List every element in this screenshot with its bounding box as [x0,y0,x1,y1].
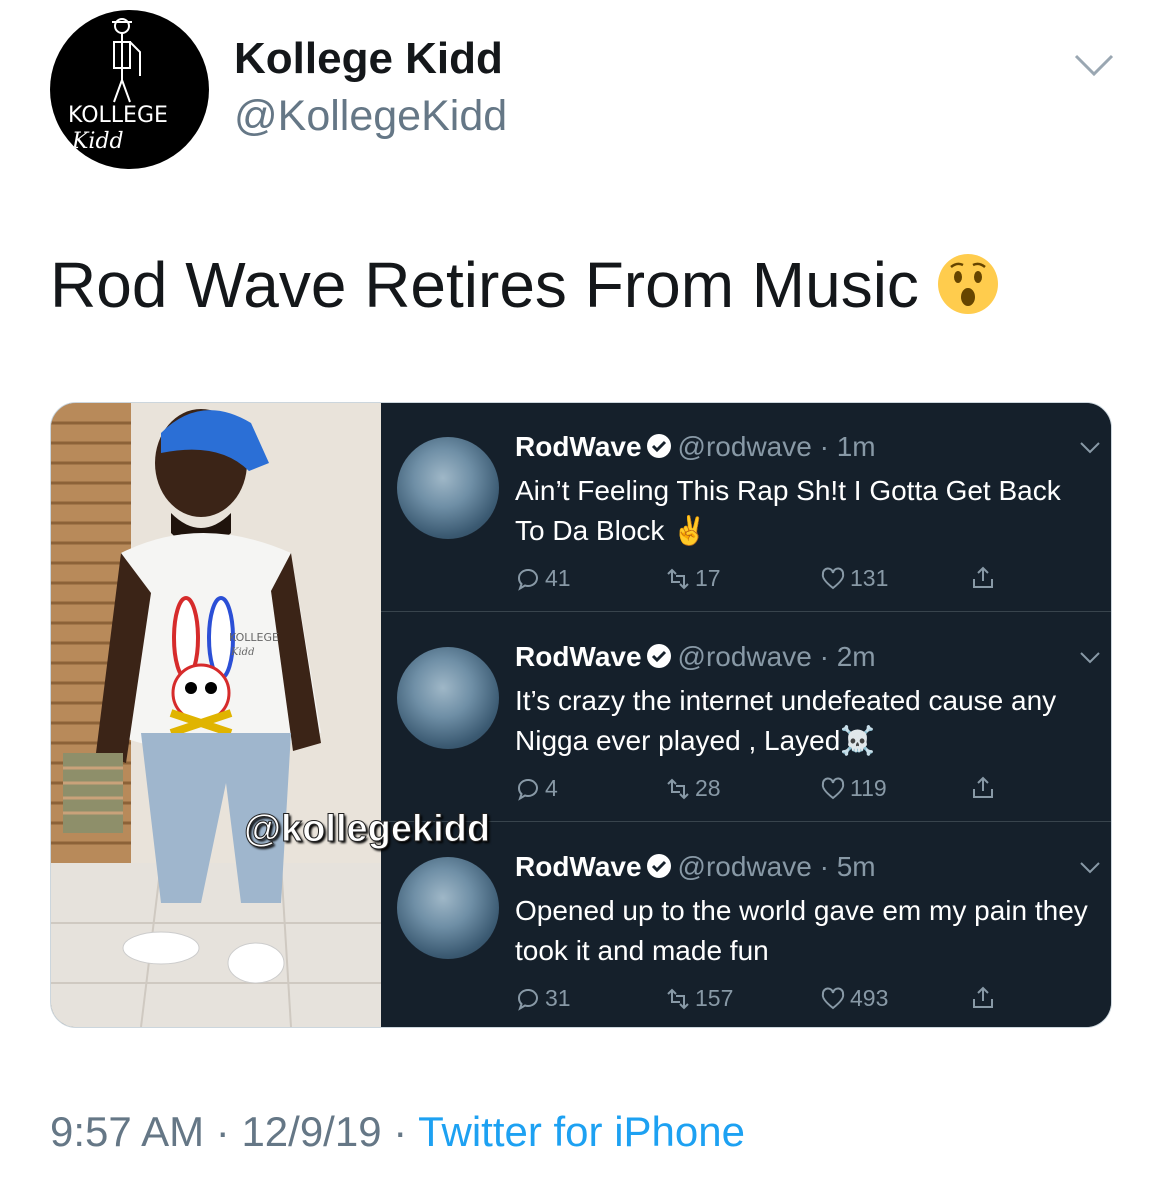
tweet-header: RodWave @rodwave · 2m [515,641,876,673]
separator: · [204,1108,242,1155]
author-handle-time[interactable]: @rodwave · 5m [678,851,876,882]
tweet-actions: 4 28 119 [515,775,1035,807]
tweet-actions: 31 157 493 [515,985,1035,1017]
svg-text:Kidd: Kidd [71,129,124,154]
author-name[interactable]: RodWave [515,851,642,882]
tweet-time[interactable]: 9:57 AM [50,1108,204,1155]
reply-button[interactable]: 41 [515,565,571,592]
retweet-button[interactable]: 17 [665,565,721,592]
share-button[interactable] [970,565,996,591]
share-button[interactable] [970,985,996,1011]
avatar[interactable] [397,647,499,749]
media-watermark: @kollegekidd [243,808,491,851]
reply-icon [517,568,538,591]
embedded-tweet[interactable]: RodWave @rodwave · 1m Ain’t Feeling This … [381,403,1111,612]
share-icon [973,986,993,1008]
embedded-tweet[interactable]: RodWave @rodwave · 2m It’s crazy the inte… [381,613,1111,822]
author-handle-time[interactable]: @rodwave · 2m [678,641,876,672]
tweet-screenshot-panel: RodWave @rodwave · 1m Ain’t Feeling This … [381,403,1111,1027]
svg-text:KOLLEGE: KOLLEGE [68,103,168,128]
tweet-text: Opened up to the world gave em my pain t… [515,895,1088,966]
photo-illustration: KOLLEGE Kidd [51,403,381,1027]
share-button[interactable] [970,775,996,801]
hushed-face-emoji-icon [937,254,998,315]
retweet-icon [667,988,689,1009]
media-photo: KOLLEGE Kidd [51,403,381,1027]
retweet-button[interactable]: 28 [665,775,721,802]
avatar[interactable] [397,857,499,959]
tweet-text: Rod Wave Retires From Music [50,248,999,322]
like-button[interactable]: 493 [820,985,888,1012]
like-count: 493 [850,985,889,1011]
retweet-count: 157 [695,985,734,1011]
like-button[interactable]: 131 [820,565,888,592]
heart-icon [821,566,845,589]
share-icon [973,566,993,588]
tweet-date[interactable]: 12/9/19 [241,1108,381,1155]
tweet-body: Rod Wave Retires From Music [50,249,919,321]
chevron-down-icon[interactable] [1079,861,1101,875]
svg-text:Kidd: Kidd [230,647,254,658]
like-button[interactable]: 119 [820,775,887,802]
heart-icon [821,986,845,1009]
like-count: 131 [850,565,889,591]
retweet-button[interactable]: 157 [665,985,733,1012]
author-handle-time[interactable]: @rodwave · 1m [678,431,876,462]
retweet-icon [667,568,689,589]
author-name[interactable]: RodWave [515,641,642,672]
reply-icon [517,778,538,801]
avatar[interactable] [397,437,499,539]
retweet-icon [667,778,689,799]
tweet-header: RodWave @rodwave · 5m [515,851,876,883]
author-name[interactable]: RodWave [515,431,642,462]
tweet-source-link[interactable]: Twitter for iPhone [418,1108,745,1155]
reply-button[interactable]: 4 [515,775,558,802]
retweet-count: 28 [695,775,721,801]
reply-count: 31 [545,985,571,1011]
profile-avatar[interactable]: KOLLEGE Kidd [50,10,209,169]
tweet-actions: 41 17 131 [515,565,1035,597]
svg-text:KOLLEGE: KOLLEGE [229,631,279,644]
tweet-media[interactable]: KOLLEGE Kidd RodWave @rodwave · 1m Ain’t … [50,402,1112,1028]
chevron-down-icon[interactable] [1079,441,1101,455]
tweet-header: RodWave @rodwave · 1m [515,431,876,463]
like-count: 119 [850,775,887,801]
tweet-text: Ain’t Feeling This Rap Sh!t I Gotta Get … [515,475,1061,546]
verified-badge-icon [646,853,671,878]
kollege-kidd-logo: KOLLEGE Kidd [68,18,168,154]
reply-icon [517,988,538,1011]
reply-button[interactable]: 31 [515,985,571,1012]
heart-icon [821,776,845,799]
reply-count: 41 [545,565,571,591]
embedded-tweet[interactable]: RodWave @rodwave · 5m Opened up to the wo… [381,823,1111,1027]
display-name[interactable]: Kollege Kidd [234,34,503,84]
share-icon [973,776,993,798]
chevron-down-icon[interactable] [1073,52,1115,80]
chevron-down-icon[interactable] [1079,651,1101,665]
reply-count: 4 [545,775,558,801]
retweet-count: 17 [695,565,721,591]
verified-badge-icon [646,643,671,668]
tweet-text: It’s crazy the internet undefeated cause… [515,685,1057,756]
verified-badge-icon [646,433,671,458]
user-handle[interactable]: @KollegeKidd [234,92,507,141]
separator: · [381,1108,419,1155]
tweet-footer: 9:57 AM · 12/9/19 · Twitter for iPhone [50,1108,745,1156]
